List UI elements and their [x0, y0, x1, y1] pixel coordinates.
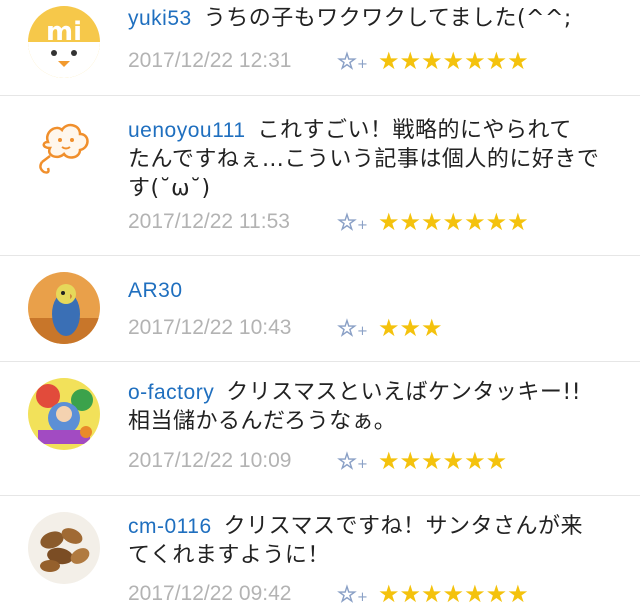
- timestamp: 2017/12/22 09:42: [128, 582, 292, 605]
- comment-item: mi yuki53 うちの子もワクワクしてました(^^; 2017/12/22 1…: [0, 0, 640, 96]
- comment-text: うちの子もワクワクしてました(^^;: [203, 6, 572, 31]
- avatar[interactable]: [28, 112, 100, 184]
- mi-chick-avatar-icon: mi: [28, 6, 100, 78]
- comment-meta: 2017/12/22 10:43 ★ + ★★★: [128, 313, 443, 343]
- add-star-plus: +: [356, 457, 368, 472]
- star-rating: ★★★★★★: [378, 447, 508, 475]
- add-star-plus: +: [356, 324, 368, 339]
- comment-text: たんですねぇ…こういう記事は個人的に好きで: [128, 147, 600, 172]
- comment-text: クリスマスといえばケンタッキー!!: [226, 380, 582, 405]
- username-link[interactable]: cm-0116: [128, 515, 212, 538]
- svg-text:mi: mi: [46, 17, 82, 47]
- add-star-button[interactable]: ★ +: [337, 316, 378, 340]
- comment-text-line: o-factory クリスマスといえばケンタッキー!!: [128, 378, 622, 407]
- comment-text-line: uenoyou111 これすごい！戦略的にやられて: [128, 116, 622, 145]
- comment-meta: 2017/12/22 11:53 ★ + ★★★★★★★: [128, 207, 529, 237]
- add-star-icon: ★: [337, 210, 356, 234]
- comment-meta: 2017/12/22 12:31 ★ + ★★★★★★★: [128, 46, 529, 76]
- add-star-button[interactable]: ★ +: [337, 210, 378, 234]
- timestamp: 2017/12/22 10:43: [128, 316, 292, 339]
- username-link[interactable]: AR30: [128, 279, 183, 302]
- comment-text: てくれますように！: [128, 543, 330, 568]
- add-star-button[interactable]: ★ +: [337, 49, 378, 73]
- comment-text-line: AR30: [128, 276, 622, 305]
- username-link[interactable]: yuki53: [128, 7, 192, 30]
- comment-text: クリスマスですね！サンタさんが来: [223, 514, 583, 539]
- nuts-avatar-icon: [28, 512, 100, 584]
- add-star-plus: +: [356, 218, 368, 233]
- star-rating: ★★★★★★★: [378, 47, 529, 75]
- avatar[interactable]: mi: [28, 6, 100, 78]
- comment-meta: 2017/12/22 09:42 ★ + ★★★★★★★: [128, 579, 529, 609]
- star-rating: ★★★★★★★: [378, 580, 529, 608]
- add-star-button[interactable]: ★ +: [337, 449, 378, 473]
- add-star-icon: ★: [337, 316, 356, 340]
- comment-item: o-factory クリスマスといえばケンタッキー!! 相当儲かるんだろうなぁ。 …: [0, 362, 640, 496]
- add-star-icon: ★: [337, 449, 356, 473]
- star-rating: ★★★: [378, 314, 443, 342]
- avatar[interactable]: [28, 272, 100, 344]
- timestamp: 2017/12/22 12:31: [128, 49, 292, 72]
- comment-text-line: yuki53 うちの子もワクワクしてました(^^;: [128, 4, 622, 33]
- comment-meta: 2017/12/22 10:09 ★ + ★★★★★★: [128, 446, 507, 476]
- add-star-icon: ★: [337, 582, 356, 606]
- cloud-face-avatar-icon: [28, 112, 100, 184]
- add-star-icon: ★: [337, 49, 356, 73]
- add-star-plus: +: [356, 57, 368, 72]
- comment-text: す(˘ω˘): [128, 176, 211, 201]
- avatar[interactable]: [28, 512, 100, 584]
- comment-text: 相当儲かるんだろうなぁ。: [128, 409, 397, 434]
- comment-item: uenoyou111 これすごい！戦略的にやられて たんですねぇ…こういう記事は個…: [0, 96, 640, 256]
- comment-item: cm-0116 クリスマスですね！サンタさんが来 てくれますように！ 2017/1…: [0, 496, 640, 613]
- comment-text: これすごい！戦略的にやられて: [257, 118, 572, 143]
- comment-text-line: cm-0116 クリスマスですね！サンタさんが来: [128, 512, 622, 541]
- parakeet-avatar-icon: [28, 272, 100, 344]
- add-star-plus: +: [356, 590, 368, 605]
- illustration-avatar-icon: [28, 378, 100, 450]
- timestamp: 2017/12/22 10:09: [128, 449, 292, 472]
- timestamp: 2017/12/22 11:53: [128, 210, 290, 233]
- username-link[interactable]: uenoyou111: [128, 119, 246, 142]
- username-link[interactable]: o-factory: [128, 381, 214, 404]
- comment-item: AR30 2017/12/22 10:43 ★ + ★★★: [0, 256, 640, 362]
- avatar[interactable]: [28, 378, 100, 450]
- add-star-button[interactable]: ★ +: [337, 582, 378, 606]
- star-rating: ★★★★★★★: [378, 208, 529, 236]
